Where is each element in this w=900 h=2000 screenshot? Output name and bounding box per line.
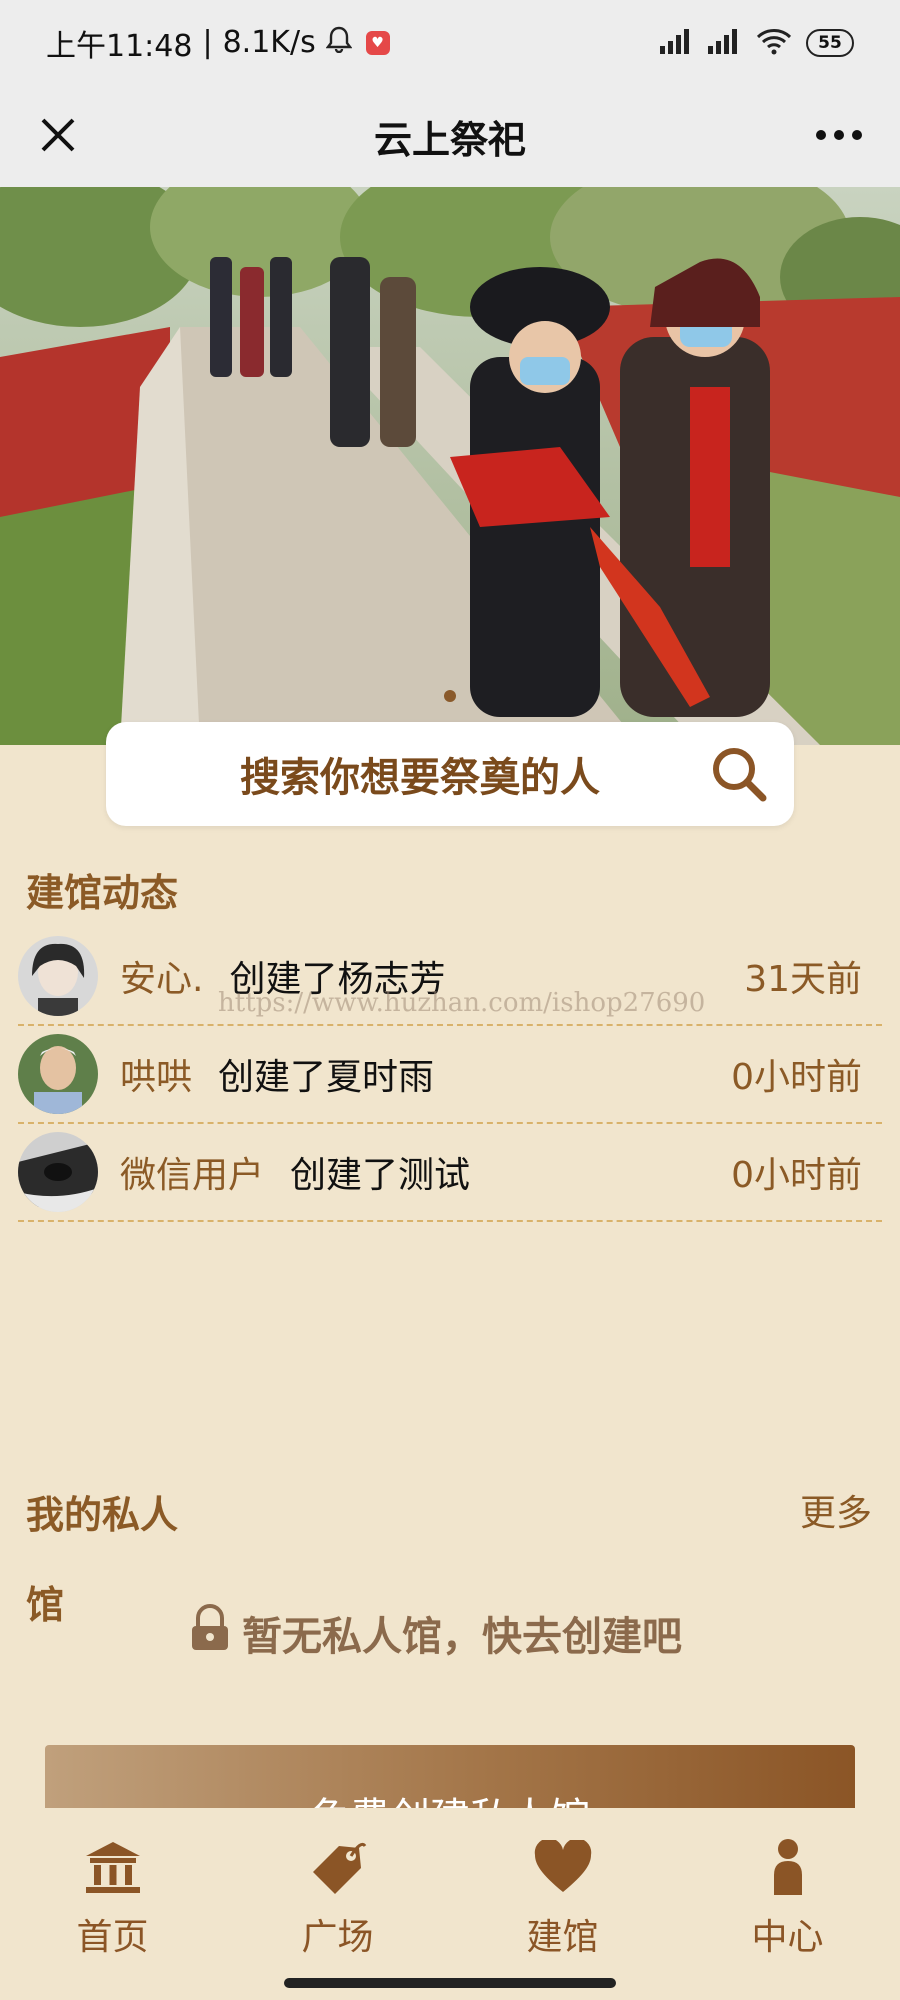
nav-label-build: 建馆 bbox=[526, 1917, 599, 1958]
status-left: 上午11:48 | 8.1K/s ♥ bbox=[46, 21, 390, 65]
activity-user[interactable]: 微信用户 bbox=[120, 1146, 264, 1198]
status-right: 55 bbox=[660, 27, 854, 59]
close-icon bbox=[41, 118, 75, 152]
status-bar: 上午11:48 | 8.1K/s ♥ 55 bbox=[0, 0, 900, 85]
signal-icon bbox=[660, 28, 694, 58]
page-title: 云上祭祀 bbox=[373, 117, 526, 162]
title-bar: 云上祭祀 bbox=[0, 85, 900, 187]
nav-item-home[interactable]: 首页 bbox=[0, 1808, 225, 1968]
status-net-speed: 8.1K/s bbox=[222, 25, 316, 60]
carousel-indicator[interactable] bbox=[444, 690, 456, 702]
bottom-nav: 首页 广场 建馆 中心 bbox=[0, 1808, 900, 1968]
more-link[interactable]: 更多 bbox=[800, 1484, 872, 1536]
activity-list: 安心. 创建了杨志芳 31天前 哄哄 创建了夏时雨 0小时前 微信用户 创建了测… bbox=[18, 928, 882, 1222]
activity-row[interactable]: 微信用户 创建了测试 0小时前 bbox=[18, 1124, 882, 1222]
activity-section-title: 建馆动态 bbox=[26, 871, 179, 915]
empty-state-text: 暂无私人馆，快去创建吧 bbox=[242, 1614, 682, 1660]
signal-icon-2 bbox=[708, 28, 742, 58]
close-button[interactable] bbox=[30, 107, 86, 163]
lock-icon bbox=[188, 1604, 232, 1662]
temple-icon bbox=[82, 1836, 144, 1898]
battery-icon: 55 bbox=[806, 28, 854, 57]
empty-state: 暂无私人馆，快去创建吧 bbox=[188, 1604, 682, 1662]
wifi-icon bbox=[756, 27, 792, 59]
search-icon[interactable] bbox=[704, 739, 774, 809]
activity-time: 0小时前 bbox=[731, 1155, 862, 1196]
avatar bbox=[18, 1034, 98, 1114]
activity-user[interactable]: 安心. bbox=[120, 950, 203, 1002]
app-notification-icon: ♥ bbox=[365, 30, 390, 55]
person-icon bbox=[757, 1836, 819, 1898]
private-hall-title-cont: 馆 bbox=[26, 1583, 65, 1627]
nav-label-square: 广场 bbox=[301, 1917, 374, 1958]
private-hall-title: 我的私人 bbox=[26, 1493, 179, 1537]
activity-user[interactable]: 哄哄 bbox=[120, 1048, 192, 1100]
heart-icon bbox=[532, 1836, 594, 1898]
activity-row[interactable]: 哄哄 创建了夏时雨 0小时前 bbox=[18, 1026, 882, 1124]
search-input[interactable]: 搜索你想要祭奠的人 bbox=[106, 722, 794, 826]
watermark-text: https://www.huzhan.com/ishop27690 bbox=[218, 988, 706, 1018]
search-placeholder: 搜索你想要祭奠的人 bbox=[240, 755, 600, 801]
nav-label-center: 中心 bbox=[751, 1917, 824, 1958]
nav-label-home: 首页 bbox=[76, 1917, 149, 1958]
banner-image[interactable] bbox=[0, 187, 900, 745]
activity-time: 0小时前 bbox=[731, 1057, 862, 1098]
bell-icon bbox=[325, 25, 353, 61]
more-button[interactable] bbox=[804, 107, 874, 163]
activity-time: 31天前 bbox=[744, 959, 862, 1000]
home-indicator[interactable] bbox=[284, 1978, 616, 1988]
activity-text: 创建了测试 bbox=[290, 1155, 471, 1196]
nav-item-square[interactable]: 广场 bbox=[225, 1808, 450, 1968]
nav-item-center[interactable]: 中心 bbox=[675, 1808, 900, 1968]
avatar bbox=[18, 936, 98, 1016]
nav-item-build[interactable]: 建馆 bbox=[450, 1808, 675, 1968]
avatar bbox=[18, 1132, 98, 1212]
activity-text: 创建了夏时雨 bbox=[218, 1057, 435, 1098]
more-dots-icon bbox=[816, 130, 862, 140]
status-separator: | bbox=[202, 25, 213, 60]
tag-icon bbox=[307, 1836, 369, 1898]
status-time: 上午11:48 bbox=[46, 28, 193, 64]
